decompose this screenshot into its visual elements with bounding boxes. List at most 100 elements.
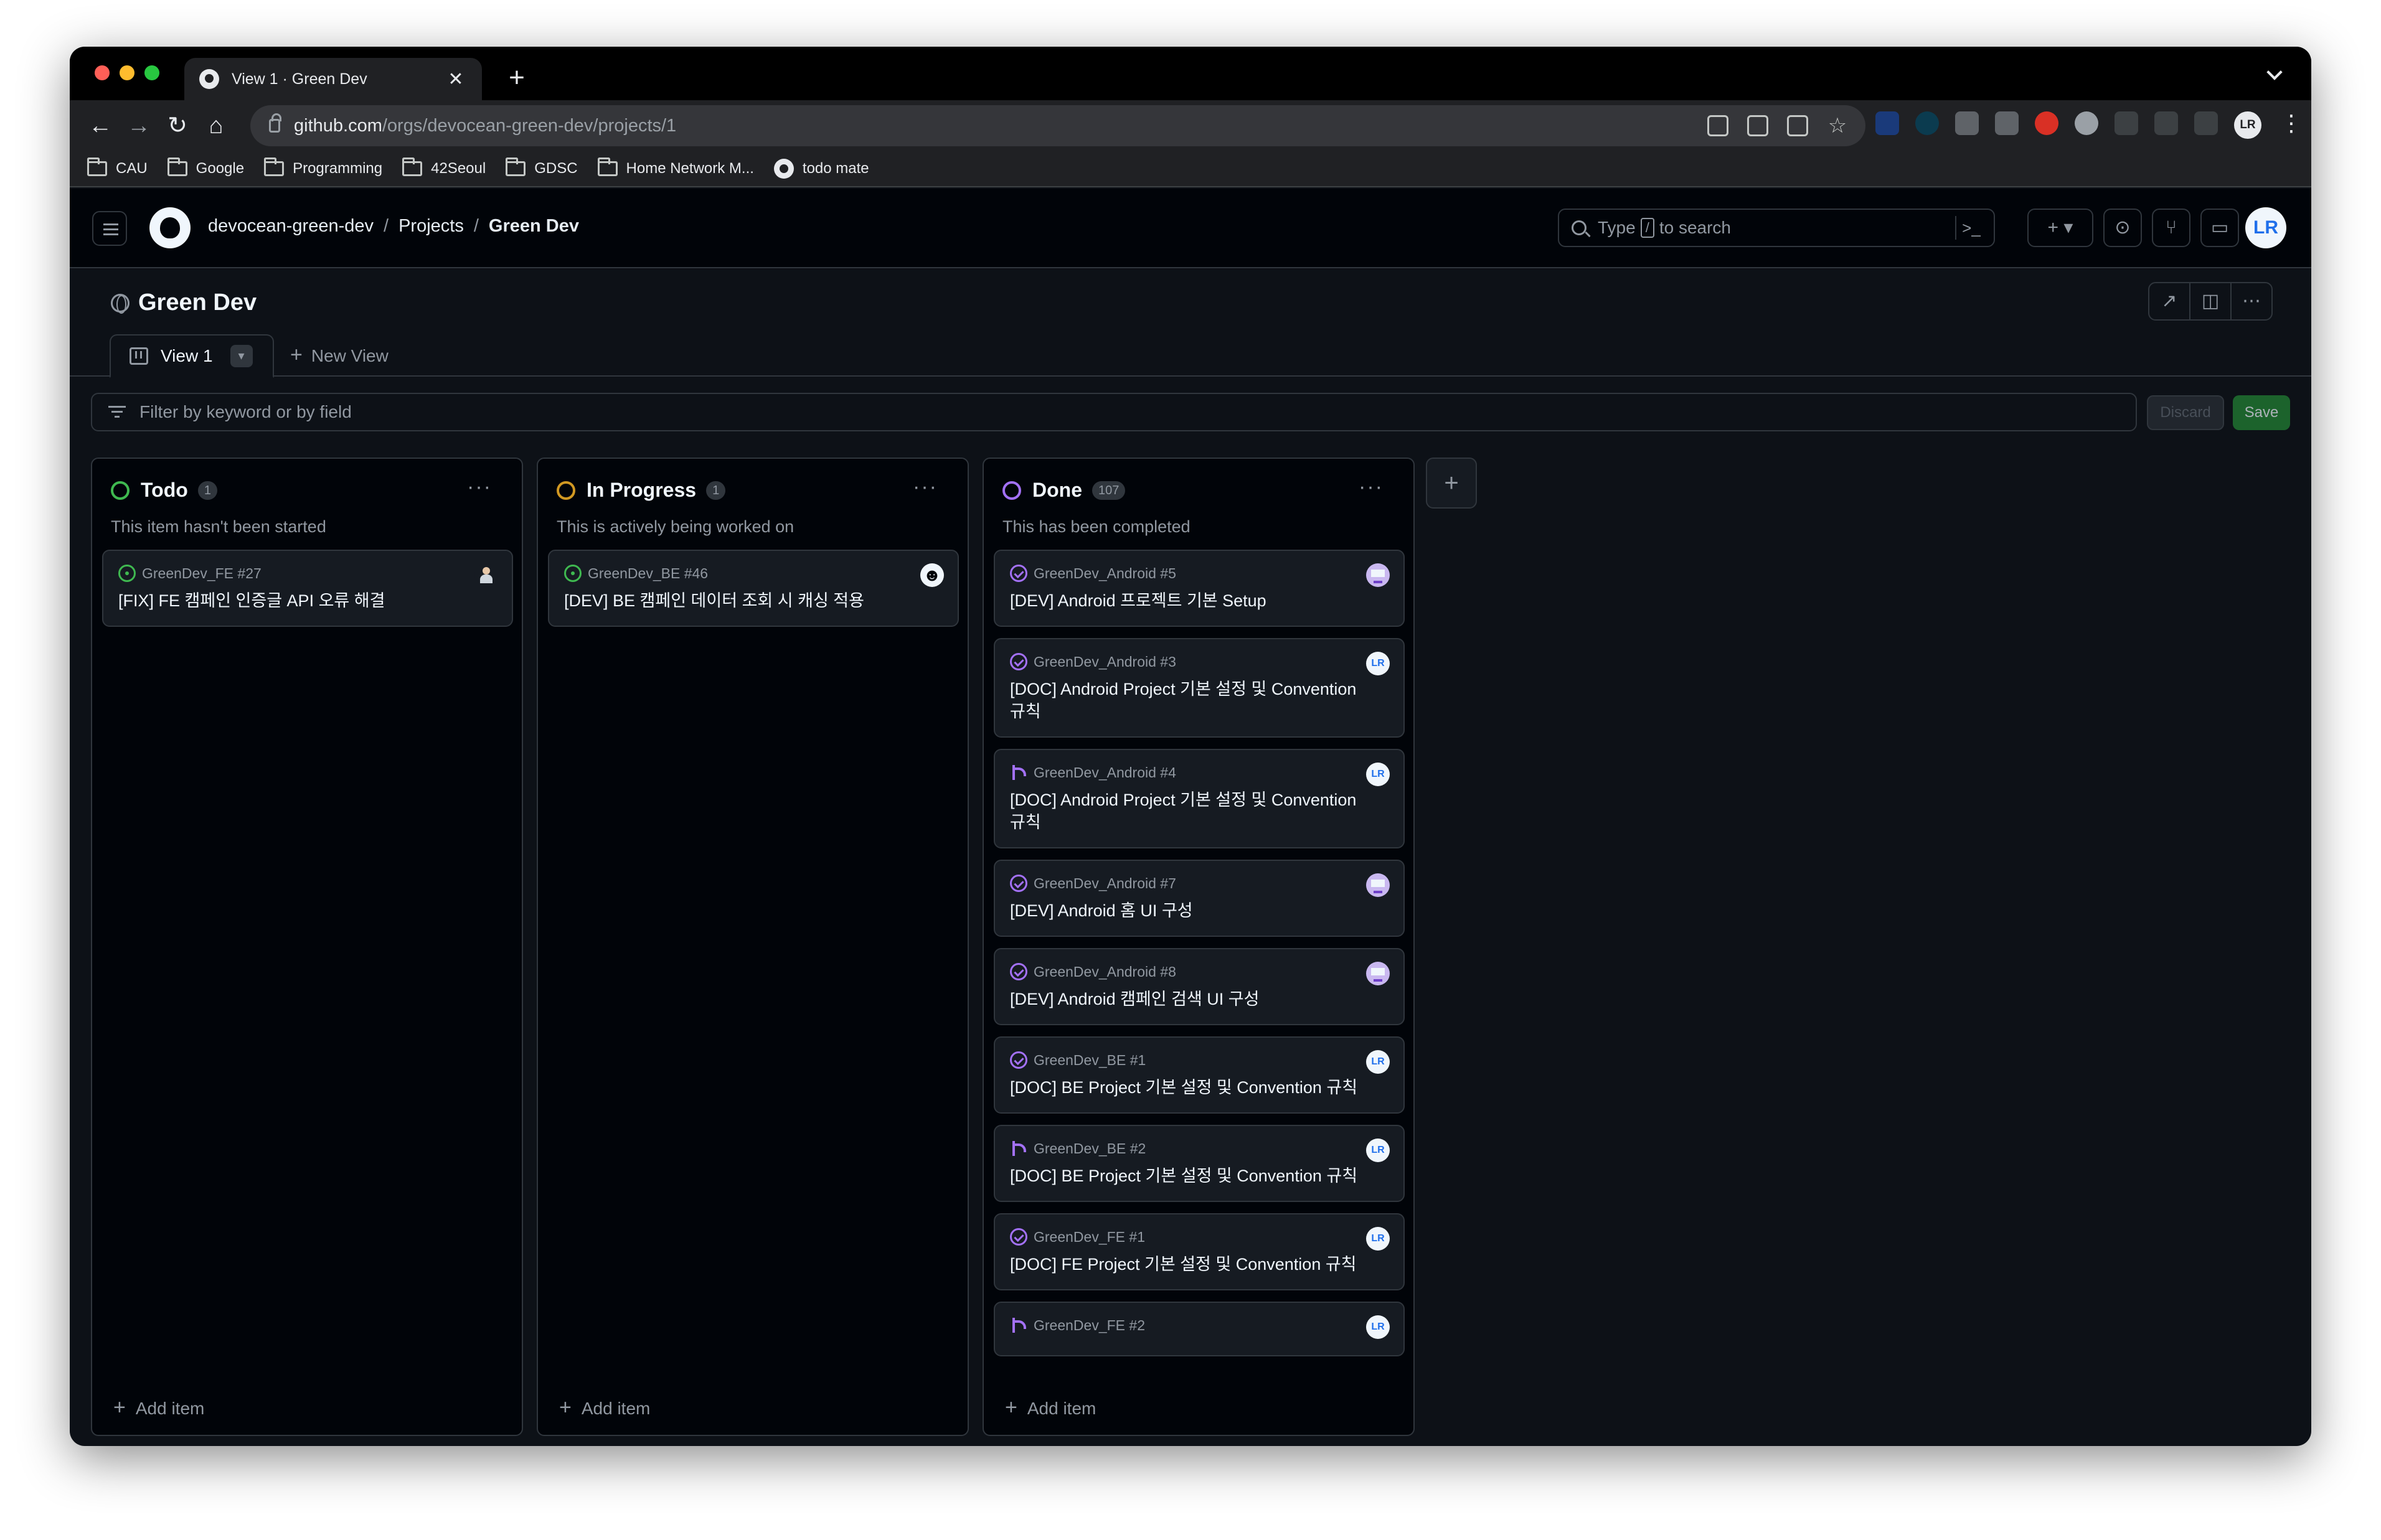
card-title[interactable]: [DEV] Android 홈 UI 구성: [1010, 899, 1389, 922]
add-column-button[interactable]: +: [1426, 458, 1477, 509]
bookmark-folder[interactable]: Programming: [264, 157, 382, 177]
bookmark-link[interactable]: todo mate: [773, 159, 869, 179]
extension-gear-icon[interactable]: [2075, 111, 2098, 135]
new-view-button[interactable]: + New View: [290, 343, 389, 367]
assignee-avatar[interactable]: LR: [1366, 1315, 1390, 1339]
card-title[interactable]: [DEV] Android 캠페인 검색 UI 구성: [1010, 988, 1389, 1010]
filter-input[interactable]: Filter by keyword or by field: [91, 393, 2137, 431]
assignee-avatar[interactable]: LR: [1366, 1050, 1390, 1074]
assignee-avatar[interactable]: [1366, 873, 1390, 897]
search-input[interactable]: Type / to search >_: [1558, 209, 1995, 247]
issue-card[interactable]: GreenDev_FE #1 [DOC] FE Project 기본 설정 및 …: [994, 1213, 1405, 1290]
column-menu-icon[interactable]: ···: [913, 475, 938, 499]
insights-chart-icon[interactable]: ↗: [2149, 283, 2190, 319]
pull-requests-icon[interactable]: ⑂: [2152, 209, 2190, 247]
install-app-icon[interactable]: [1707, 115, 1728, 136]
home-icon[interactable]: ⌂: [202, 111, 230, 140]
breadcrumb-project[interactable]: Green Dev: [489, 216, 579, 237]
browser-tab[interactable]: View 1 · Green Dev ✕: [184, 58, 482, 100]
github-logo-icon[interactable]: [149, 207, 191, 248]
bookmark-folder[interactable]: Google: [167, 157, 244, 177]
tab-view-1[interactable]: View 1 ▾: [110, 334, 274, 378]
new-tab-button[interactable]: +: [499, 60, 534, 95]
assignee-avatar[interactable]: ☻: [920, 563, 944, 587]
extension-c-icon[interactable]: [1995, 111, 2019, 135]
breadcrumb-projects[interactable]: Projects: [398, 216, 464, 237]
assignee-avatar[interactable]: LR: [1366, 1139, 1390, 1162]
view-tab-label: View 1: [161, 346, 213, 365]
assignee-avatar[interactable]: LR: [1366, 1227, 1390, 1251]
column-menu-icon[interactable]: ···: [467, 475, 492, 499]
bookmark-folder[interactable]: Home Network M...: [597, 157, 754, 177]
lock-icon[interactable]: [269, 113, 281, 133]
add-item-button[interactable]: + Add item: [1005, 1396, 1096, 1420]
issue-card[interactable]: GreenDev_Android #3 [DOC] Android Projec…: [994, 638, 1405, 738]
close-tab-icon[interactable]: ✕: [445, 68, 467, 90]
column-menu-icon[interactable]: ···: [1359, 475, 1384, 499]
issue-card[interactable]: GreenDev_FE #27 [FIX] FE 캠페인 인증글 API 오류 …: [102, 550, 513, 627]
card-title[interactable]: [DEV] BE 캠페인 데이터 조회 시 캐싱 적용: [564, 589, 943, 612]
assignee-avatar[interactable]: LR: [1366, 652, 1390, 675]
command-palette-icon[interactable]: >_: [1955, 216, 1986, 240]
bookmark-folder[interactable]: GDSC: [506, 157, 578, 177]
assignee-avatar[interactable]: LR: [1366, 763, 1390, 786]
extension-record-icon[interactable]: [2035, 111, 2058, 135]
back-arrow-icon[interactable]: ←: [86, 111, 115, 140]
side-panel-toggle-icon[interactable]: ◫: [2190, 283, 2232, 319]
extension-off-icon[interactable]: [1955, 111, 1979, 135]
close-window-button[interactable]: [95, 65, 110, 80]
assignee-avatar[interactable]: [1366, 563, 1390, 587]
more-options-icon[interactable]: ⋯: [2232, 283, 2271, 319]
share-icon[interactable]: [1787, 115, 1808, 136]
chrome-menu-icon[interactable]: [2280, 110, 2303, 138]
card-title[interactable]: [DEV] Android 프로젝트 기본 Setup: [1010, 589, 1389, 612]
react-devtools-icon[interactable]: [1915, 111, 1939, 135]
add-item-button[interactable]: + Add item: [559, 1396, 650, 1420]
assignee-avatar[interactable]: [1366, 962, 1390, 985]
save-button[interactable]: Save: [2233, 395, 2290, 430]
card-title[interactable]: [FIX] FE 캠페인 인증글 API 오류 해결: [118, 589, 497, 612]
column-count: 1: [706, 481, 726, 500]
translate-icon[interactable]: [1747, 115, 1768, 136]
issue-card[interactable]: GreenDev_BE #1 [DOC] BE Project 기본 설정 및 …: [994, 1036, 1405, 1114]
reload-icon[interactable]: ↻: [163, 111, 192, 140]
plus-icon: +: [1005, 1396, 1017, 1419]
card-title[interactable]: [DOC] FE Project 기본 설정 및 Convention 규칙: [1010, 1253, 1389, 1275]
issue-card[interactable]: GreenDev_Android #8 [DEV] Android 캠페인 검색…: [994, 948, 1405, 1025]
maximize-window-button[interactable]: [144, 65, 159, 80]
user-avatar[interactable]: LR: [2245, 207, 2286, 248]
address-bar[interactable]: github.com/orgs/devocean-green-dev/proje…: [250, 105, 1865, 146]
menu-button[interactable]: [92, 211, 127, 246]
pull-request-card[interactable]: GreenDev_BE #2 [DOC] BE Project 기본 설정 및 …: [994, 1125, 1405, 1202]
assignee-avatar[interactable]: [474, 563, 498, 587]
project-title: Green Dev: [111, 289, 257, 316]
add-item-button[interactable]: + Add item: [113, 1396, 204, 1420]
profile-avatar[interactable]: LR: [2234, 111, 2261, 139]
issue-card[interactable]: GreenDev_Android #5 [DEV] Android 프로젝트 기…: [994, 550, 1405, 627]
view-options-caret-icon[interactable]: ▾: [230, 345, 253, 367]
issue-card[interactable]: GreenDev_BE #46 [DEV] BE 캠페인 데이터 조회 시 캐싱…: [548, 550, 959, 627]
card-title[interactable]: [DOC] BE Project 기본 설정 및 Convention 규칙: [1010, 1076, 1389, 1099]
extensions-puzzle-icon[interactable]: [2115, 111, 2138, 135]
download-icon[interactable]: [2154, 111, 2178, 135]
side-panel-icon[interactable]: [2194, 111, 2218, 135]
issue-card[interactable]: GreenDev_Android #7 [DEV] Android 홈 UI 구…: [994, 860, 1405, 937]
extension-check-icon[interactable]: [1875, 111, 1899, 135]
minimize-window-button[interactable]: [120, 65, 134, 80]
pull-request-card[interactable]: GreenDev_Android #4 [DOC] Android Projec…: [994, 749, 1405, 848]
card-title[interactable]: [DOC] BE Project 기본 설정 및 Convention 규칙: [1010, 1165, 1389, 1187]
folder-icon: [87, 157, 107, 176]
card-title[interactable]: [DOC] Android Project 기본 설정 및 Convention…: [1010, 678, 1389, 723]
tab-search-chevron-icon[interactable]: [2264, 63, 2286, 85]
bookmark-folder[interactable]: 42Seoul: [402, 157, 486, 177]
bookmark-star-icon[interactable]: ☆: [1827, 115, 1848, 136]
create-new-button[interactable]: + ▾: [2027, 209, 2093, 247]
card-title[interactable]: [DOC] Android Project 기본 설정 및 Convention…: [1010, 789, 1389, 833]
discard-button[interactable]: Discard: [2147, 395, 2224, 430]
breadcrumb-org[interactable]: devocean-green-dev: [208, 216, 374, 237]
pull-request-card[interactable]: GreenDev_FE #2 LR: [994, 1302, 1405, 1356]
bookmark-folder[interactable]: CAU: [87, 157, 148, 177]
issues-icon[interactable]: ⊙: [2103, 209, 2142, 247]
inbox-icon[interactable]: ▭: [2200, 209, 2239, 247]
forward-arrow-icon[interactable]: →: [125, 111, 153, 140]
